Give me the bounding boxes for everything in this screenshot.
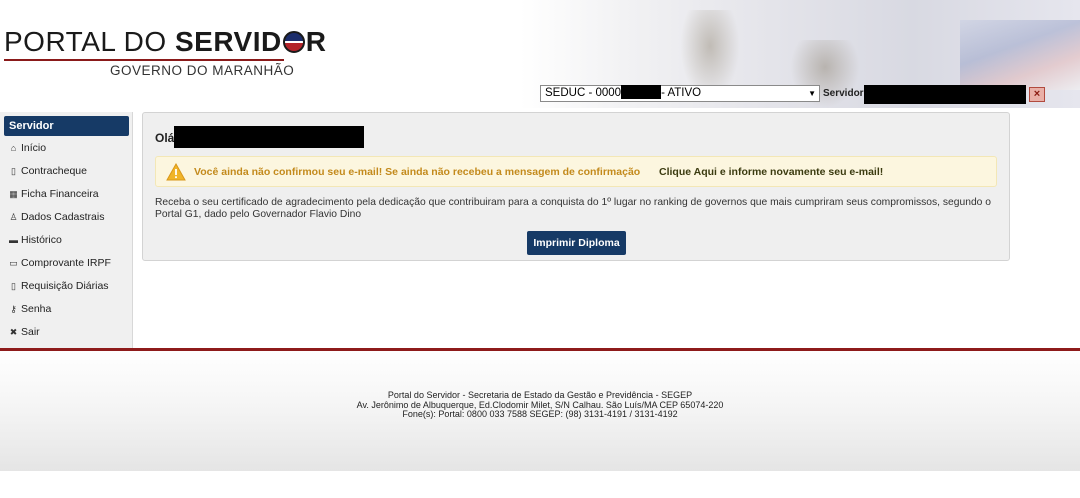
footer-text: Portal do Servidor - Secretaria de Estad… bbox=[0, 390, 1080, 420]
sidebar-item-contracheque[interactable]: ▯ Contracheque bbox=[8, 162, 87, 180]
globe-icon bbox=[282, 31, 305, 53]
sidebar-item-inicio[interactable]: ⌂ Início bbox=[8, 139, 46, 157]
print-diploma-button[interactable]: Imprimir Diploma bbox=[527, 231, 626, 255]
sidebar-item-label: Início bbox=[21, 142, 47, 154]
flag-image bbox=[960, 20, 1080, 90]
document-icon: ▯ bbox=[11, 166, 16, 176]
page-bottom bbox=[0, 471, 1080, 498]
logo-portal-text: PORTAL DO bbox=[4, 26, 167, 57]
home-icon: ⌂ bbox=[10, 143, 17, 153]
logo-divider bbox=[4, 59, 284, 61]
logo-servidor-part: R bbox=[305, 26, 327, 57]
user-icon: ♙ bbox=[9, 212, 18, 222]
key-icon: ⚷ bbox=[10, 304, 17, 314]
document-icon: ▯ bbox=[11, 281, 16, 291]
footer: Portal do Servidor - Secretaria de Estad… bbox=[0, 351, 1080, 471]
confirm-email-link[interactable]: Clique Aqui e informe novamente seu e-ma… bbox=[659, 166, 883, 178]
servidor-label: Servidor bbox=[823, 88, 864, 99]
unit-select-suffix: - ATIVO bbox=[661, 87, 702, 99]
receipt-icon: ▭ bbox=[9, 258, 18, 268]
logo-servidor-part: SERVID bbox=[174, 26, 282, 57]
sidebar-item-ficha-financeira[interactable]: ▦ Ficha Financeira bbox=[8, 185, 99, 203]
sidebar-item-requisicao-diarias[interactable]: ▯ Requisição Diárias bbox=[8, 277, 109, 295]
redacted-block bbox=[621, 84, 662, 99]
sidebar: Servidor ⌂ Início ▯ Contracheque ▦ Ficha Fi… bbox=[0, 112, 133, 349]
footer-line-3: Fone(s): Portal: 0800 033 7588 SEGEP: (9… bbox=[402, 409, 678, 419]
sidebar-item-comprovante-irpf[interactable]: ▭ Comprovante IRPF bbox=[8, 254, 111, 272]
sidebar-item-dados-cadastrais[interactable]: ♙ Dados Cadastrais bbox=[8, 208, 104, 226]
sidebar-item-label: Ficha Financeira bbox=[21, 188, 99, 200]
sidebar-item-label: Contracheque bbox=[21, 165, 87, 177]
sidebar-title: Servidor bbox=[4, 116, 129, 136]
alert-message: Você ainda não confirmou seu e-mail! Se … bbox=[194, 166, 641, 178]
greeting: Olá bbox=[155, 131, 175, 145]
warning-icon bbox=[166, 163, 186, 181]
unit-select-prefix: SEDUC - 0000 bbox=[545, 87, 622, 99]
sidebar-item-historico[interactable]: ▬ Histórico bbox=[8, 231, 62, 249]
logout-button[interactable]: × bbox=[1029, 87, 1045, 102]
logo-servidor-text: SERVID R bbox=[175, 26, 326, 57]
sidebar-item-label: Senha bbox=[21, 303, 52, 315]
sidebar-item-senha[interactable]: ⚷ Senha bbox=[8, 300, 51, 318]
folder-icon: ▬ bbox=[9, 235, 18, 245]
sidebar-item-sair[interactable]: ✖ Sair bbox=[8, 323, 40, 341]
main-panel: Olá Você ainda não confirmou seu e-mail!… bbox=[142, 112, 1010, 261]
table-icon: ▦ bbox=[9, 189, 18, 199]
sidebar-item-label: Histórico bbox=[21, 234, 62, 246]
servidor-name-redacted bbox=[864, 85, 1026, 104]
sidebar-item-label: Comprovante IRPF bbox=[21, 257, 111, 269]
logo-title: PORTAL DO SERVID R bbox=[4, 26, 326, 58]
unit-select[interactable]: SEDUC - 0000 - ATIVO ▼ bbox=[540, 84, 820, 102]
chevron-down-icon: ▼ bbox=[808, 89, 816, 98]
portal-logo[interactable]: PORTAL DO SERVID R GOVERNO DO MARANHÃO bbox=[4, 26, 326, 86]
header: PORTAL DO SERVID R GOVERNO DO MARANHÃO SE… bbox=[0, 0, 1080, 108]
sidebar-item-label: Requisição Diárias bbox=[21, 280, 109, 292]
user-name-redacted bbox=[174, 126, 364, 148]
email-alert: Você ainda não confirmou seu e-mail! Se … bbox=[155, 156, 997, 187]
sidebar-item-label: Sair bbox=[21, 326, 40, 338]
logo-subtitle: GOVERNO DO MARANHÃO bbox=[110, 63, 295, 78]
certificate-message: Receba o seu certificado de agradeciment… bbox=[155, 197, 991, 220]
close-icon: ✖ bbox=[9, 327, 18, 337]
sidebar-item-label: Dados Cadastrais bbox=[21, 211, 105, 223]
